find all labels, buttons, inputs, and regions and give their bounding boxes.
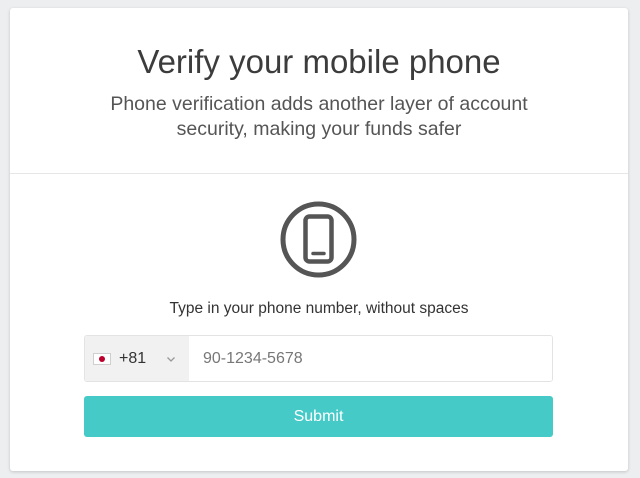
country-code-select[interactable]: +81 xyxy=(85,336,189,381)
verify-phone-card: Verify your mobile phone Phone verificat… xyxy=(10,8,628,471)
submit-button[interactable]: Submit xyxy=(84,396,553,437)
phone-number-group: +81 xyxy=(84,335,553,382)
mobile-phone-icon xyxy=(280,201,357,278)
card-header: Verify your mobile phone Phone verificat… xyxy=(10,8,628,174)
phone-number-input[interactable] xyxy=(189,336,552,381)
page-title: Verify your mobile phone xyxy=(137,43,501,80)
phone-instruction: Type in your phone number, without space… xyxy=(169,300,469,317)
page-subtitle: Phone verification adds another layer of… xyxy=(110,93,528,140)
japan-flag-icon xyxy=(93,352,111,365)
chevron-down-icon xyxy=(167,356,176,362)
dial-code: +81 xyxy=(119,349,147,367)
